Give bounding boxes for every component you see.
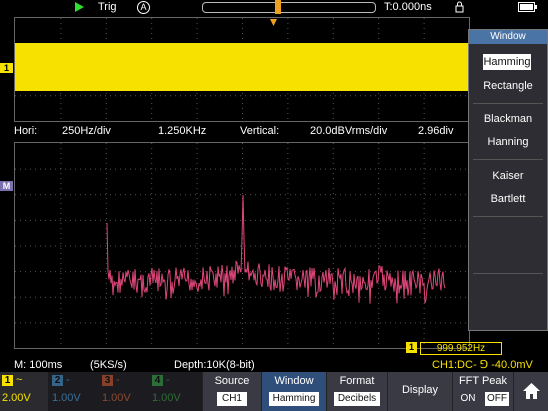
trigger-label: Trig (98, 1, 117, 13)
menu-option-hamming[interactable]: Hamming (483, 54, 531, 70)
channel-3-coupling: - (116, 374, 120, 386)
channel-1-scale: 2.00V (2, 392, 31, 404)
source-label: Source (214, 375, 250, 387)
channel-1-badge: 1 (2, 375, 13, 386)
math-level-marker[interactable]: M (0, 181, 13, 191)
bottom-softkey-bar: 1 ~ 2.00V 2 - 1.00V 3 - 1.00V 4 - 1.00V … (0, 372, 548, 411)
fft-spectrum-trace (106, 194, 446, 304)
vertical-scale: 20.0dBVrms/div (310, 125, 388, 137)
hori-label: Hori: (14, 125, 38, 137)
fft-display[interactable] (14, 142, 470, 349)
ch1-level-marker[interactable]: 1 (0, 63, 13, 73)
timebase: M: 100ms (14, 359, 63, 371)
time-offset: T:0.000ns (384, 1, 432, 13)
menu-divider (473, 159, 543, 160)
fft-peak-off: OFF (485, 392, 509, 406)
memory-depth: Depth:10K(8-bit) (174, 359, 255, 371)
center-frequency: 1.250KHz (158, 125, 207, 137)
freq-counter-channel: 1 (406, 342, 417, 353)
source-value: CH1 (217, 392, 247, 406)
format-value: Decibels (334, 392, 380, 406)
format-label: Format (339, 375, 375, 387)
menu-divider (473, 216, 543, 217)
home-icon (523, 383, 540, 399)
window-softkey[interactable]: Window Hamming (261, 372, 326, 411)
trigger-mode-badge: A (137, 1, 150, 14)
menu-option-blackman[interactable]: Blackman (469, 113, 547, 125)
channel-3-info[interactable]: 3 - 1.00V (100, 372, 148, 411)
channel-2-badge: 2 (52, 375, 63, 386)
menu-option-kaiser[interactable]: Kaiser (469, 170, 547, 182)
fft-peak-on: ON (460, 393, 476, 404)
fft-info-bar: Hori: 250Hz/div 1.250KHz Vertical: 20.0d… (0, 124, 468, 138)
lock-icon (455, 1, 464, 13)
channel-2-scale: 1.00V (52, 392, 81, 404)
window-menu: Window Hamming Rectangle Blackman Hannin… (468, 29, 548, 331)
channel-4-badge: 4 (152, 375, 163, 386)
fft-peak-label: FFT Peak (458, 375, 508, 387)
vertical-label: Vertical: (240, 125, 280, 137)
channel-4-info[interactable]: 4 - 1.00V (150, 372, 198, 411)
channel-2-coupling: - (66, 374, 70, 386)
channel-3-badge: 3 (102, 375, 113, 386)
window-value: Hamming (269, 392, 319, 406)
ch1-waveform (15, 43, 469, 91)
channel-2-info[interactable]: 2 - 1.00V (50, 372, 98, 411)
play-icon (75, 2, 84, 12)
top-status-bar: Trig A T:0.000ns (0, 0, 548, 14)
trigger-position-bar (202, 0, 376, 14)
source-softkey[interactable]: Source CH1 (202, 372, 261, 411)
trigger-info: CH1:DC- ⅁ -40.0mV (432, 359, 533, 371)
format-softkey[interactable]: Format Decibels (326, 372, 387, 411)
hori-scale: 250Hz/div (62, 125, 111, 137)
channel-3-scale: 1.00V (102, 392, 131, 404)
channel-4-coupling: - (166, 374, 170, 386)
channel-1-info[interactable]: 1 ~ 2.00V (0, 372, 48, 411)
sample-rate: (5KS/s) (90, 359, 127, 371)
channel-1-coupling: ~ (16, 374, 23, 386)
fft-peak-softkey[interactable]: FFT Peak ON OFF (452, 372, 513, 411)
trigger-position-marker (275, 0, 281, 14)
window-label: Window (274, 375, 314, 387)
time-domain-display[interactable] (14, 17, 470, 122)
display-label: Display (401, 384, 439, 396)
menu-option-rectangle[interactable]: Rectangle (469, 80, 547, 92)
frequency-counter: 999.952Hz (420, 342, 502, 355)
menu-divider (473, 103, 543, 104)
menu-divider (473, 273, 543, 274)
vertical-offset: 2.96div (418, 125, 454, 137)
home-button[interactable] (513, 372, 548, 411)
display-softkey[interactable]: Display (387, 372, 452, 411)
battery-icon (518, 2, 537, 12)
menu-option-hanning[interactable]: Hanning (469, 136, 547, 148)
menu-title: Window (469, 30, 547, 44)
trigger-position-marker-upper (270, 14, 277, 26)
channel-4-scale: 1.00V (152, 392, 181, 404)
menu-option-bartlett[interactable]: Bartlett (469, 193, 547, 205)
